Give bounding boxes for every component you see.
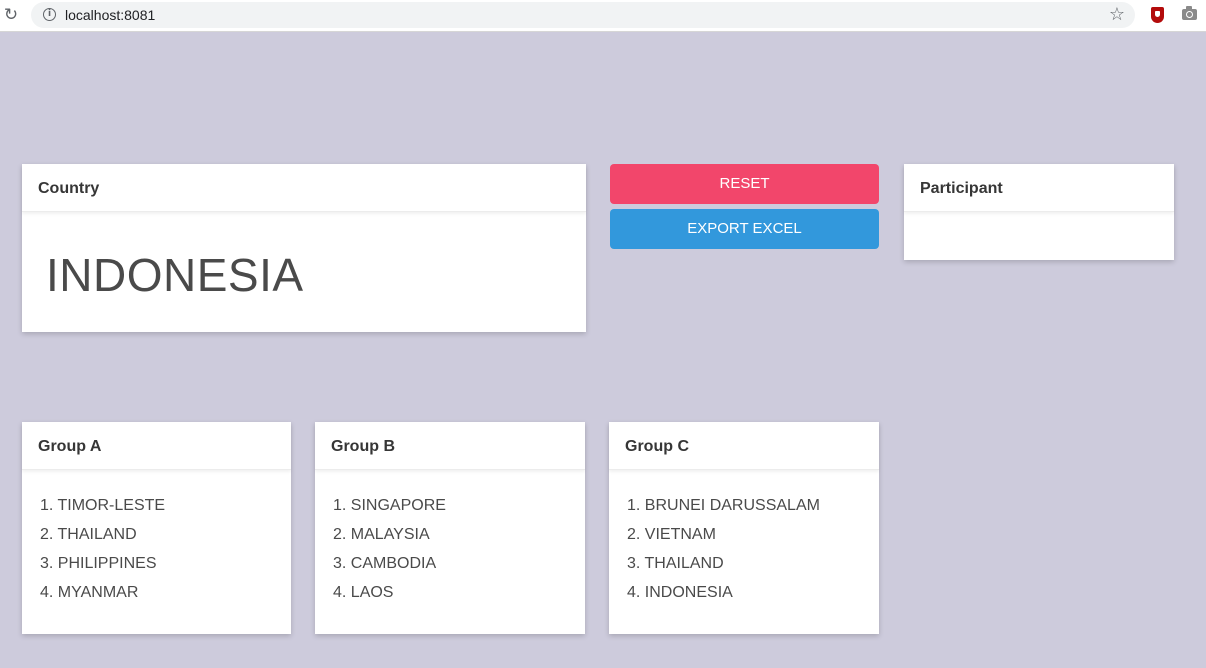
list-item: 2. MALAYSIA [333,526,430,543]
list-item: 4. INDONESIA [627,584,733,601]
star-icon[interactable]: ☆ [1109,4,1125,25]
list-item: 4. MYANMAR [40,584,139,601]
list-item: 1. TIMOR-LESTE [40,497,166,514]
list-item: 3. CAMBODIA [333,555,437,572]
url-text[interactable]: localhost:8081 [65,7,155,23]
group-b-list: 1. SINGAPORE 2. MALAYSIA 3. CAMBODIA 4. … [315,470,585,612]
list-item: 3. THAILAND [627,555,724,572]
group-b-card: Group B 1. SINGAPORE 2. MALAYSIA 3. CAMB… [315,422,585,634]
list-item: 1. SINGAPORE [333,497,446,514]
reload-icon[interactable]: ↻ [2,6,20,24]
list-item: 1. BRUNEI DARUSSALAM [627,497,820,514]
participant-header: Participant [904,164,1174,212]
group-c-list: 1. BRUNEI DARUSSALAM 2. VIETNAM 3. THAIL… [609,470,879,612]
country-header: Country [22,164,586,212]
shield-icon[interactable] [1151,7,1164,23]
info-icon[interactable]: i [43,8,56,21]
group-b-header: Group B [315,422,585,470]
group-a-header: Group A [22,422,291,470]
group-c-card: Group C 1. BRUNEI DARUSSALAM 2. VIETNAM … [609,422,879,634]
participant-card: Participant [904,164,1174,260]
reset-button[interactable]: RESET [610,164,879,204]
list-item: 2. VIETNAM [627,526,716,543]
group-a-card: Group A 1. TIMOR-LESTE 2. THAILAND 3. PH… [22,422,291,634]
country-card: Country INDONESIA [22,164,586,332]
group-c-header: Group C [609,422,879,470]
export-excel-button[interactable]: EXPORT EXCEL [610,209,879,249]
browser-toolbar: ↻ i localhost:8081 ☆ [0,0,1206,32]
list-item: 3. PHILIPPINES [40,555,157,572]
list-item: 2. THAILAND [40,526,137,543]
list-item: 4. LAOS [333,584,394,601]
group-a-list: 1. TIMOR-LESTE 2. THAILAND 3. PHILIPPINE… [22,470,291,612]
address-bar[interactable]: i localhost:8081 ☆ [31,2,1135,28]
country-value: INDONESIA [46,249,304,301]
camera-icon[interactable] [1182,6,1197,20]
